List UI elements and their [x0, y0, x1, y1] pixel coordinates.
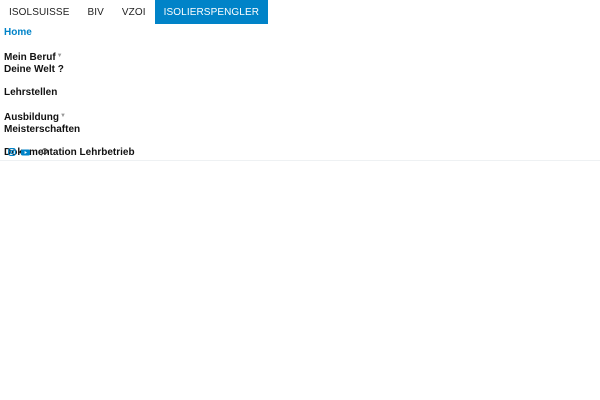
menu-item-meisterschaften[interactable]: Meisterschaften: [4, 124, 135, 136]
menu-item-mein-beruf-label: Mein Beruf: [4, 52, 56, 63]
instagram-icon[interactable]: [8, 148, 16, 156]
menu-item-ausbildung[interactable]: Ausbildung▼: [4, 110, 135, 124]
menu-item-deine-welt[interactable]: Deine Welt ?: [4, 64, 135, 76]
youtube-icon[interactable]: [21, 149, 30, 156]
search-icon[interactable]: [40, 148, 48, 156]
tab-biv[interactable]: BIV: [78, 0, 112, 24]
tab-isolierspengler[interactable]: ISOLIERSPENGLER: [154, 0, 269, 24]
chevron-down-icon: ▼: [60, 113, 66, 119]
tab-vzoi[interactable]: VZOI: [113, 0, 155, 24]
menu-item-home[interactable]: Home: [4, 27, 135, 39]
chevron-down-icon: ▼: [56, 53, 63, 59]
main-menu: Home Mein Beruf▼ Deine Welt ? Lehrstelle…: [4, 27, 135, 159]
menu-item-mein-beruf[interactable]: Mein Beruf▼: [4, 50, 135, 64]
menu-item-ausbildung-label: Ausbildung: [4, 112, 59, 123]
header-divider: [0, 160, 600, 161]
tab-isolsuisse[interactable]: ISOLSUISSE: [0, 0, 78, 24]
menu-item-lehrstellen[interactable]: Lehrstellen: [4, 87, 135, 99]
top-navigation-bar: ISOLSUISSE BIV VZOI ISOLIERSPENGLER: [0, 0, 269, 24]
social-icons: [8, 148, 48, 156]
